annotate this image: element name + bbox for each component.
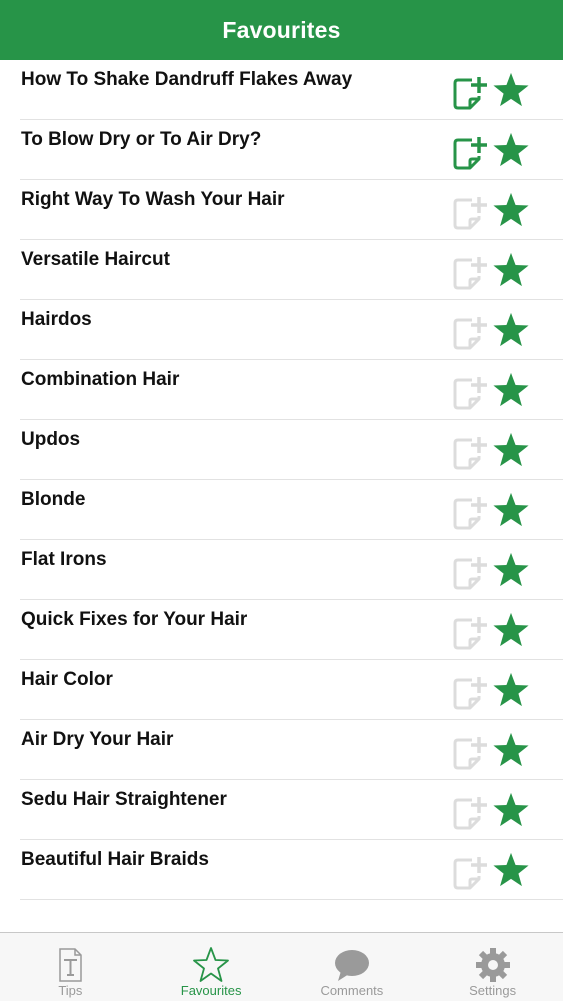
tab-settings[interactable]: Settings <box>422 933 563 1001</box>
add-note-icon[interactable] <box>450 552 490 592</box>
item-title: Hairdos <box>21 309 92 330</box>
star-outline-icon <box>193 947 230 982</box>
list-item[interactable]: Versatile Haircut <box>0 240 563 300</box>
list-item[interactable]: Hairdos <box>0 300 563 360</box>
list-item[interactable]: Flat Irons <box>0 540 563 600</box>
item-title: Flat Irons <box>21 549 107 570</box>
tab-label: Favourites <box>180 983 242 998</box>
item-title: Combination Hair <box>21 369 180 390</box>
favourite-star-icon[interactable] <box>492 311 530 349</box>
list-item[interactable]: Hair Color <box>0 660 563 720</box>
tab-label: Comments <box>320 983 384 998</box>
list-item[interactable]: How To Shake Dandruff Flakes Away <box>0 60 563 120</box>
favourite-star-icon[interactable] <box>492 551 530 589</box>
favourite-star-icon[interactable] <box>492 71 530 109</box>
tab-tips[interactable]: Tips <box>0 933 141 1001</box>
favourite-star-icon[interactable] <box>492 791 530 829</box>
nav-bar: Favourites <box>0 0 563 60</box>
list-item[interactable]: Quick Fixes for Your Hair <box>0 600 563 660</box>
favourite-star-icon[interactable] <box>492 431 530 469</box>
add-note-icon[interactable] <box>450 672 490 712</box>
list-item[interactable]: Right Way To Wash Your Hair <box>0 180 563 240</box>
tab-favourites[interactable]: Favourites <box>141 933 282 1001</box>
item-title: Quick Fixes for Your Hair <box>21 609 248 630</box>
favourite-star-icon[interactable] <box>492 251 530 289</box>
speech-bubble-icon <box>334 950 369 981</box>
item-title: Beautiful Hair Braids <box>21 849 209 870</box>
add-note-icon[interactable] <box>450 852 490 892</box>
list-item[interactable]: Blonde <box>0 480 563 540</box>
add-note-icon[interactable] <box>450 732 490 772</box>
list-item[interactable]: Beautiful Hair Braids <box>0 840 563 900</box>
item-title: Right Way To Wash Your Hair <box>21 189 285 210</box>
list-item[interactable]: Sedu Hair Straightener <box>0 780 563 840</box>
add-note-icon[interactable] <box>450 252 490 292</box>
favourite-star-icon[interactable] <box>492 611 530 649</box>
add-note-icon[interactable] <box>450 612 490 652</box>
item-title: Blonde <box>21 489 86 510</box>
favourites-list: How To Shake Dandruff Flakes Away To Blow… <box>0 60 563 900</box>
item-title: Hair Color <box>21 669 113 690</box>
tab-label: Tips <box>58 983 83 998</box>
page-title: Favourites <box>222 16 341 43</box>
favourite-star-icon[interactable] <box>492 731 530 769</box>
tips-icon <box>59 948 83 982</box>
add-note-icon[interactable] <box>450 792 490 832</box>
favourite-star-icon[interactable] <box>492 491 530 529</box>
favourite-star-icon[interactable] <box>492 671 530 709</box>
item-title: Air Dry Your Hair <box>21 729 174 750</box>
tab-bar: Tips Favourites Comments Settings <box>0 932 563 1001</box>
list-item[interactable]: To Blow Dry or To Air Dry? <box>0 120 563 180</box>
add-note-icon[interactable] <box>450 72 490 112</box>
add-note-icon[interactable] <box>450 192 490 232</box>
gear-icon <box>475 948 510 982</box>
item-title: How To Shake Dandruff Flakes Away <box>21 69 353 90</box>
item-title: Sedu Hair Straightener <box>21 789 227 810</box>
add-note-icon[interactable] <box>450 312 490 352</box>
item-title: Versatile Haircut <box>21 249 170 270</box>
favourite-star-icon[interactable] <box>492 131 530 169</box>
add-note-icon[interactable] <box>450 372 490 412</box>
favourite-star-icon[interactable] <box>492 371 530 409</box>
item-title: To Blow Dry or To Air Dry? <box>21 129 262 150</box>
add-note-icon[interactable] <box>450 132 490 172</box>
add-note-icon[interactable] <box>450 492 490 532</box>
favourite-star-icon[interactable] <box>492 851 530 889</box>
list-item[interactable]: Updos <box>0 420 563 480</box>
item-title: Updos <box>21 429 81 450</box>
add-note-icon[interactable] <box>450 432 490 472</box>
favourite-star-icon[interactable] <box>492 191 530 229</box>
tab-comments[interactable]: Comments <box>282 933 423 1001</box>
list-item[interactable]: Combination Hair <box>0 360 563 420</box>
tab-label: Settings <box>469 983 517 998</box>
list-item[interactable]: Air Dry Your Hair <box>0 720 563 780</box>
